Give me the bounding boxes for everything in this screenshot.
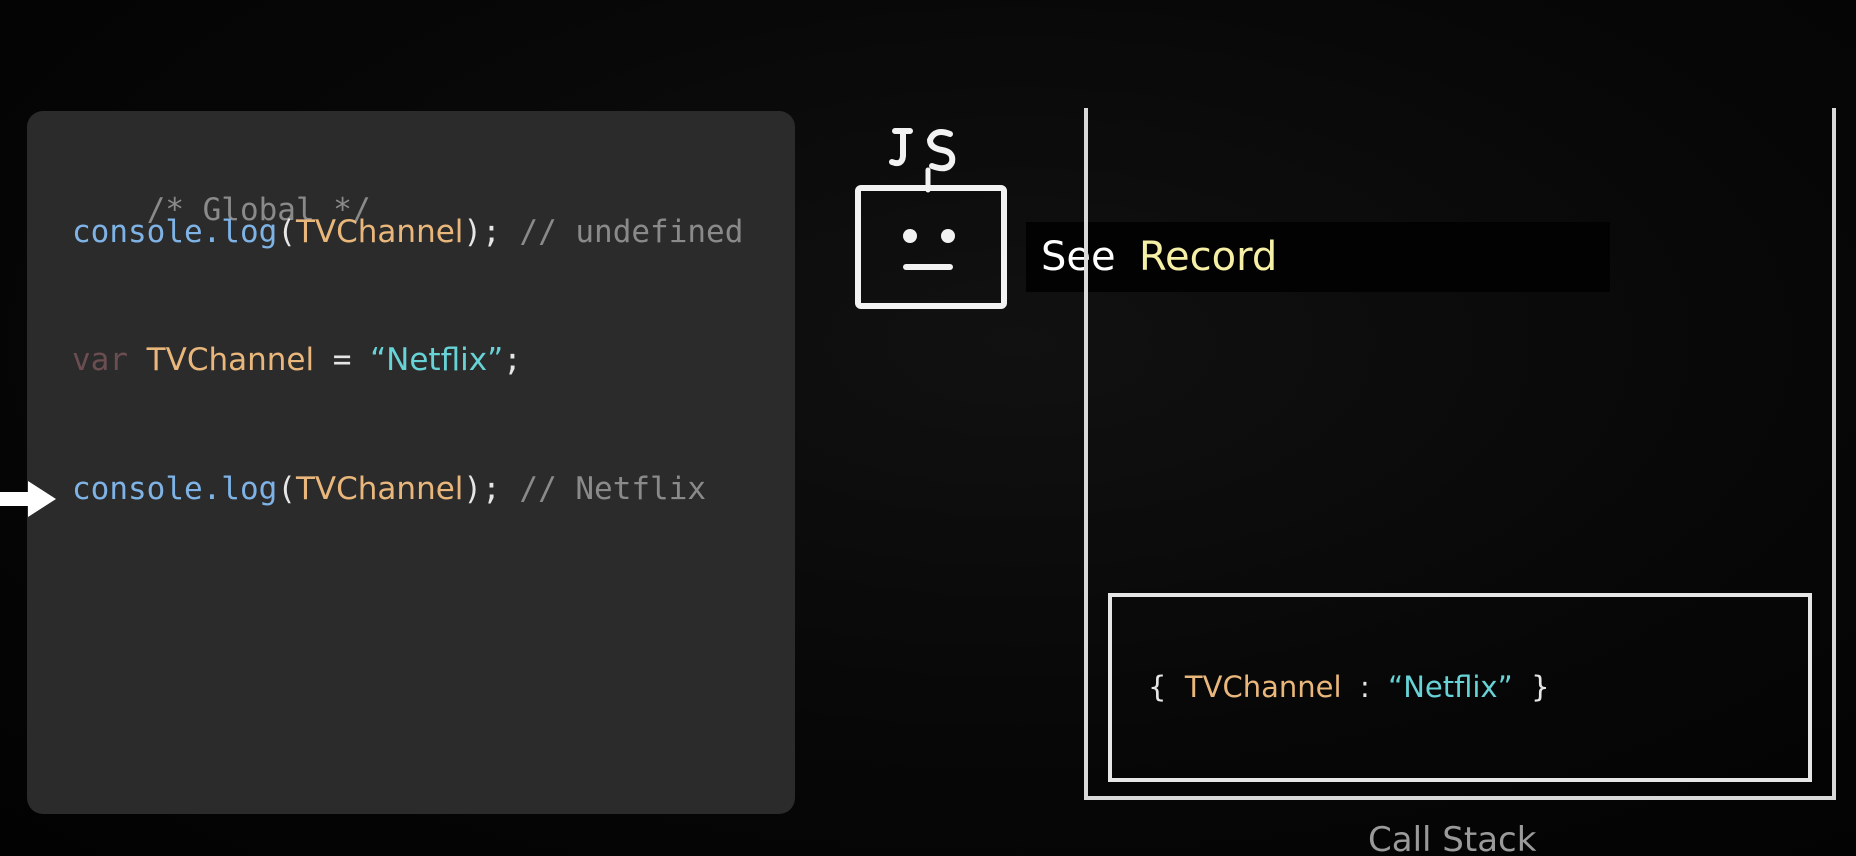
- semicolon: ;: [503, 342, 522, 378]
- frame-separator: :: [1359, 670, 1370, 704]
- frame-open-brace: {: [1148, 670, 1167, 704]
- call-stack-label: Call Stack: [1368, 820, 1537, 856]
- console-log-call: console.log: [72, 471, 278, 507]
- frame-key: TVChannel: [1184, 670, 1342, 704]
- argument-identifier: TVChannel: [295, 471, 464, 507]
- code-line-2: var TVChannel = “Netflix”;: [72, 340, 522, 380]
- current-line-arrow-icon: [0, 481, 56, 517]
- robot-icon: [855, 128, 1007, 309]
- string-literal: “Netflix”: [370, 342, 504, 378]
- declared-identifier: TVChannel: [146, 342, 315, 378]
- inline-comment: // undefined: [519, 214, 744, 250]
- frame-record: { TVChannel : “Netflix” }: [1148, 667, 1550, 707]
- open-paren: (: [277, 471, 296, 507]
- open-paren: (: [277, 214, 296, 250]
- console-log-call: console.log: [72, 214, 278, 250]
- var-keyword: var: [72, 342, 128, 378]
- close-paren: );: [463, 214, 501, 250]
- code-line-3: console.log(TVChannel); // Netflix: [72, 469, 706, 509]
- code-panel: /* Global */ console.log(TVChannel); // …: [27, 111, 795, 814]
- code-line-comment: /* Global */: [72, 150, 371, 270]
- inline-comment: // Netflix: [519, 471, 707, 507]
- close-paren: );: [463, 471, 501, 507]
- frame-value: “Netflix”: [1388, 670, 1513, 704]
- call-stack-frame: { TVChannel : “Netflix” }: [1108, 593, 1812, 782]
- frame-close-brace: }: [1531, 670, 1550, 704]
- argument-identifier: TVChannel: [295, 214, 464, 250]
- assign-operator: =: [332, 342, 352, 378]
- code-line-1: console.log(TVChannel); // undefined: [72, 212, 743, 252]
